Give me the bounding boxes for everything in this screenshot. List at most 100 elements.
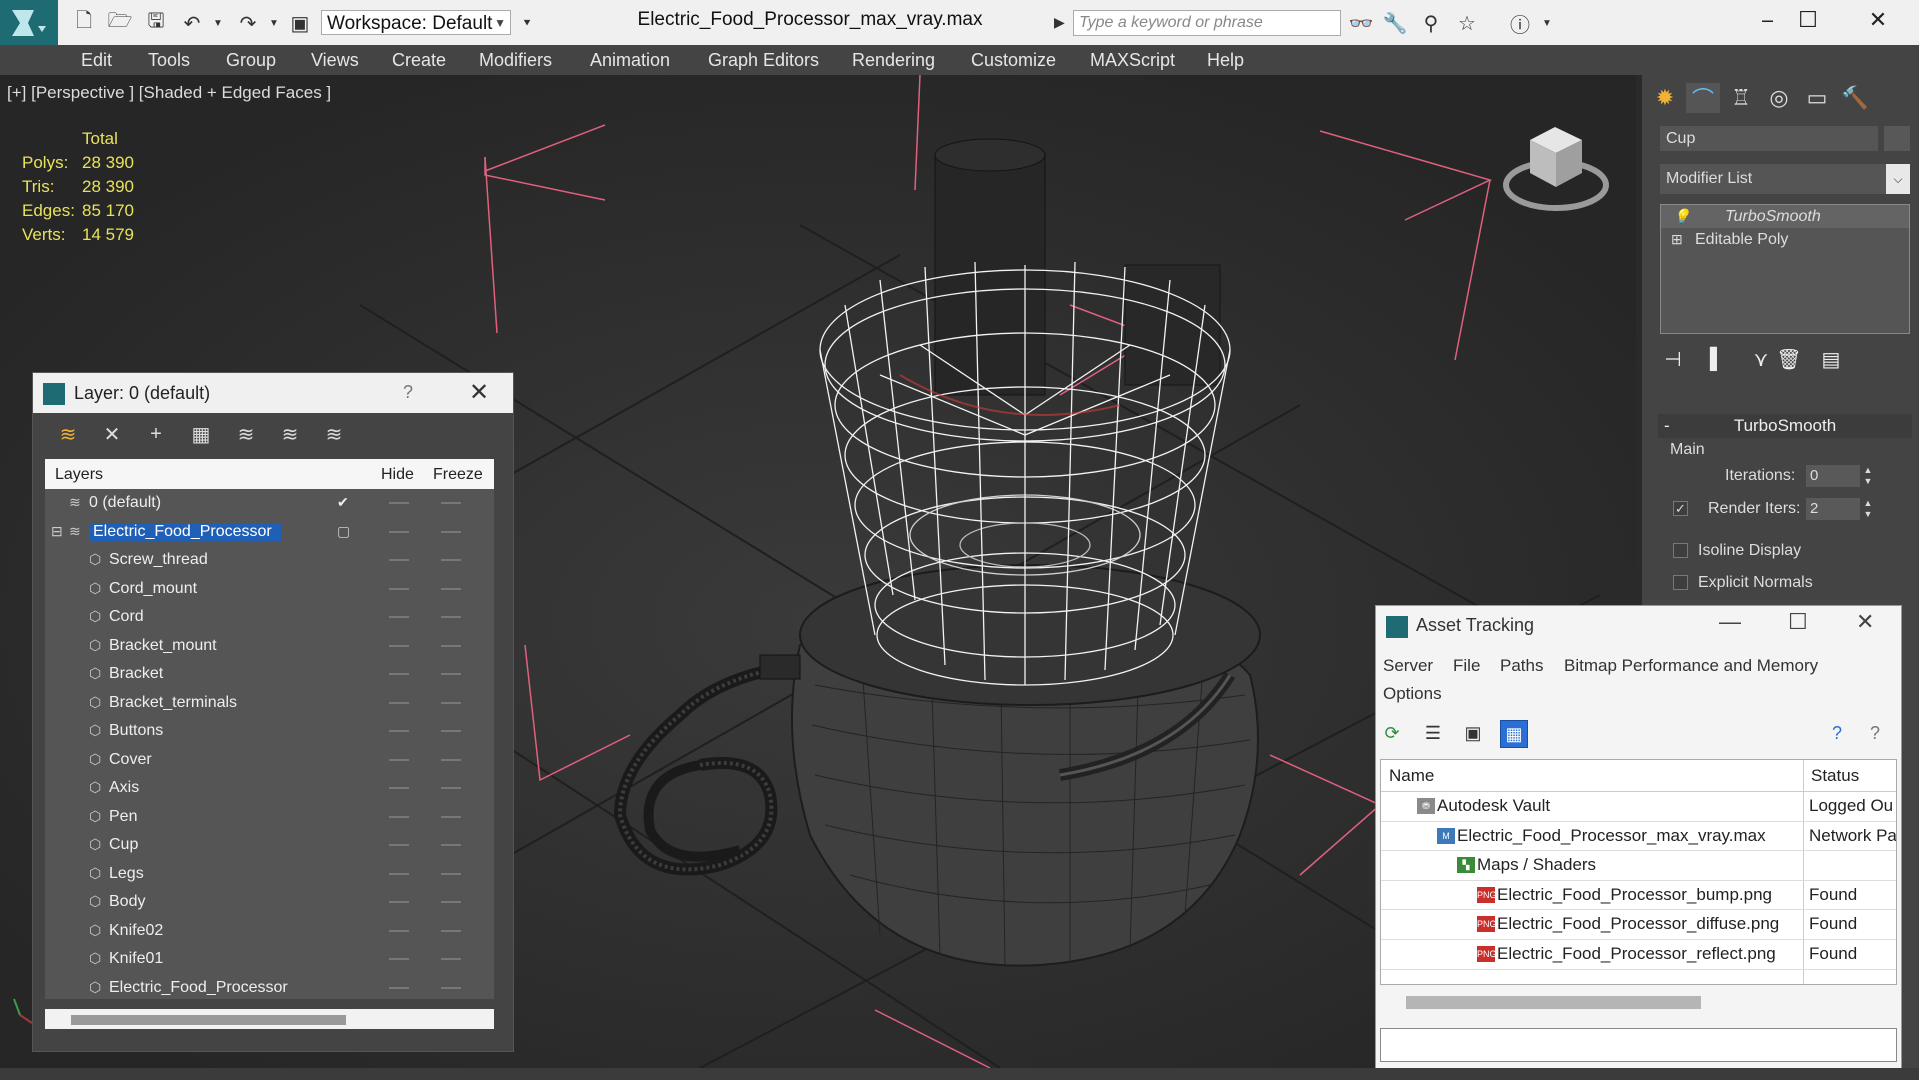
spinner-arrows-icon[interactable]: ▲ ▼ <box>1862 465 1874 487</box>
stack-item-turbosmooth[interactable]: 💡 TurboSmooth <box>1661 205 1909 228</box>
object-row[interactable]: ⬡ Bracket <box>45 660 494 689</box>
vault-settings-icon[interactable]: ? <box>1862 720 1888 746</box>
horizontal-scrollbar[interactable] <box>45 1009 494 1029</box>
menu-server[interactable]: Server <box>1383 656 1433 676</box>
search-input[interactable]: Type a keyword or phrase <box>1073 10 1341 36</box>
freeze-toggle[interactable] <box>441 673 461 675</box>
object-row[interactable]: ⬡ Bracket_terminals <box>45 689 494 718</box>
add-selection-icon[interactable]: + <box>143 421 169 447</box>
asset-row[interactable]: ⛃ Autodesk Vault Logged Ou <box>1381 792 1896 822</box>
delete-icon[interactable]: ✕ <box>99 421 125 447</box>
object-row[interactable]: ⬡ Cup <box>45 831 494 860</box>
column-layers[interactable]: Layers <box>55 466 103 484</box>
asset-row[interactable]: ▚ Maps / Shaders <box>1381 851 1896 881</box>
scrollbar-thumb[interactable] <box>71 1015 346 1025</box>
freeze-toggle[interactable] <box>441 644 461 647</box>
menu-tools[interactable]: Tools <box>148 45 190 75</box>
object-color-swatch[interactable] <box>1884 126 1910 151</box>
layer-row[interactable]: ≋ 0 (default) ✔ <box>45 489 494 518</box>
freeze-toggle[interactable] <box>441 815 461 818</box>
object-row[interactable]: ⬡ Knife01 <box>45 945 494 974</box>
menu-modifiers[interactable]: Modifiers <box>479 45 552 75</box>
save-file-icon[interactable]: 🖫 <box>144 10 168 34</box>
workspace-select[interactable]: Workspace: Default ▼ <box>321 10 511 35</box>
object-row[interactable]: ⬡ Cord <box>45 603 494 632</box>
freeze-toggle[interactable] <box>441 559 461 561</box>
scrollbar-thumb[interactable] <box>1406 996 1701 1009</box>
object-row[interactable]: ⬡ Legs <box>45 860 494 889</box>
menu-rendering[interactable]: Rendering <box>852 45 935 75</box>
freeze-toggle[interactable] <box>441 958 461 960</box>
hide-toggle[interactable] <box>389 673 409 675</box>
menu-create[interactable]: Create <box>392 45 446 75</box>
hide-toggle[interactable] <box>389 872 409 875</box>
modifier-list-dropdown[interactable]: Modifier List ⌵ <box>1660 164 1910 194</box>
help-dropdown-icon[interactable]: ▼ <box>1535 12 1559 34</box>
column-freeze[interactable]: Freeze <box>433 466 483 484</box>
menu-animation[interactable]: Animation <box>590 45 670 75</box>
new-layer-icon[interactable]: ≋ <box>55 421 81 447</box>
horizontal-scrollbar[interactable] <box>1380 992 1897 1012</box>
new-file-icon[interactable]: 🗋 <box>72 10 96 34</box>
object-row[interactable]: ⬡ Electric_Food_Processor <box>45 974 494 1000</box>
object-row[interactable]: ⬡ Pen <box>45 803 494 832</box>
hide-toggle[interactable] <box>389 502 409 504</box>
hierarchy-tab-icon[interactable]: ♖ <box>1724 83 1758 113</box>
object-row[interactable]: ⬡ Buttons <box>45 717 494 746</box>
minimize-button[interactable]: — <box>1719 609 1741 635</box>
table-view-icon[interactable]: ▦ <box>1500 720 1528 748</box>
hide-toggle[interactable] <box>389 701 409 704</box>
lightbulb-icon[interactable]: 💡 <box>1673 205 1690 228</box>
expand-search-icon[interactable]: ▶ <box>1054 14 1065 31</box>
hide-toggle[interactable] <box>389 986 409 989</box>
freeze-toggle[interactable] <box>441 616 461 618</box>
turbosmooth-rollout-header[interactable]: - TurboSmooth <box>1658 414 1912 438</box>
freeze-layers-icon[interactable]: ≋ <box>277 421 303 447</box>
menu-paths[interactable]: Paths <box>1500 656 1543 676</box>
collapse-tree-icon[interactable]: ⊟ <box>51 523 63 540</box>
close-window-button[interactable]: ✕ <box>1843 0 1913 40</box>
project-folder-icon[interactable]: ▣ <box>288 12 312 35</box>
create-tab-icon[interactable]: ✹ <box>1648 83 1682 113</box>
render-iters-checkbox[interactable]: ✓ <box>1673 501 1688 516</box>
asset-path-field[interactable] <box>1380 1028 1897 1062</box>
menu-file[interactable]: File <box>1453 656 1480 676</box>
menu-bitmap-performance[interactable]: Bitmap Performance and Memory <box>1564 656 1818 676</box>
redo-icon[interactable]: ↷ <box>236 12 260 35</box>
select-objects-icon[interactable]: ▦ <box>188 421 214 447</box>
close-button[interactable]: ✕ <box>1856 609 1874 635</box>
freeze-toggle[interactable] <box>441 502 461 504</box>
iterations-spinner[interactable]: 0 <box>1806 465 1860 487</box>
freeze-toggle[interactable] <box>441 701 461 704</box>
asset-row[interactable]: PNG Electric_Food_Processor_bump.png Found <box>1381 881 1896 911</box>
open-file-icon[interactable]: 🗁 <box>108 10 133 34</box>
freeze-toggle[interactable] <box>441 986 461 989</box>
modify-tab-icon[interactable]: ⌒ <box>1686 83 1720 113</box>
undo-icon[interactable]: ↶ <box>180 12 204 35</box>
object-row[interactable]: ⬡ Cover <box>45 746 494 775</box>
hide-toggle[interactable] <box>389 815 409 818</box>
column-status[interactable]: Status <box>1811 766 1859 786</box>
hide-toggle[interactable] <box>389 929 409 932</box>
menu-options[interactable]: Options <box>1383 684 1442 704</box>
layer-row[interactable]: ⊟ ≋ Electric_Food_Processor ▢ <box>45 518 494 547</box>
customize-toolbar-icon[interactable]: ⯆ <box>515 12 539 34</box>
spinner-arrows-icon[interactable]: ▲ ▼ <box>1862 498 1874 520</box>
hide-toggle[interactable] <box>389 844 409 846</box>
hide-toggle[interactable] <box>389 587 409 590</box>
utilities-tab-icon[interactable]: 🔨 <box>1838 83 1872 113</box>
viewport-label[interactable]: [+] [Perspective ] [Shaded + Edged Faces… <box>7 83 331 103</box>
expand-plus-icon[interactable]: ⊞ <box>1671 228 1683 251</box>
column-hide[interactable]: Hide <box>381 466 414 484</box>
menu-views[interactable]: Views <box>311 45 359 75</box>
undo-dropdown-icon[interactable]: ▼ <box>206 12 230 34</box>
make-unique-icon[interactable]: ⋎ <box>1748 346 1774 372</box>
hide-toggle[interactable] <box>389 901 409 903</box>
freeze-toggle[interactable] <box>441 872 461 875</box>
menu-graph-editors[interactable]: Graph Editors <box>708 45 819 75</box>
isoline-display-checkbox[interactable] <box>1673 543 1688 558</box>
motion-tab-icon[interactable]: ◎ <box>1762 83 1796 113</box>
configure-modifier-sets-icon[interactable]: ▤ <box>1818 346 1844 372</box>
maximize-window-button[interactable]: ☐ <box>1773 0 1843 40</box>
render-iters-spinner[interactable]: 2 <box>1806 498 1860 520</box>
